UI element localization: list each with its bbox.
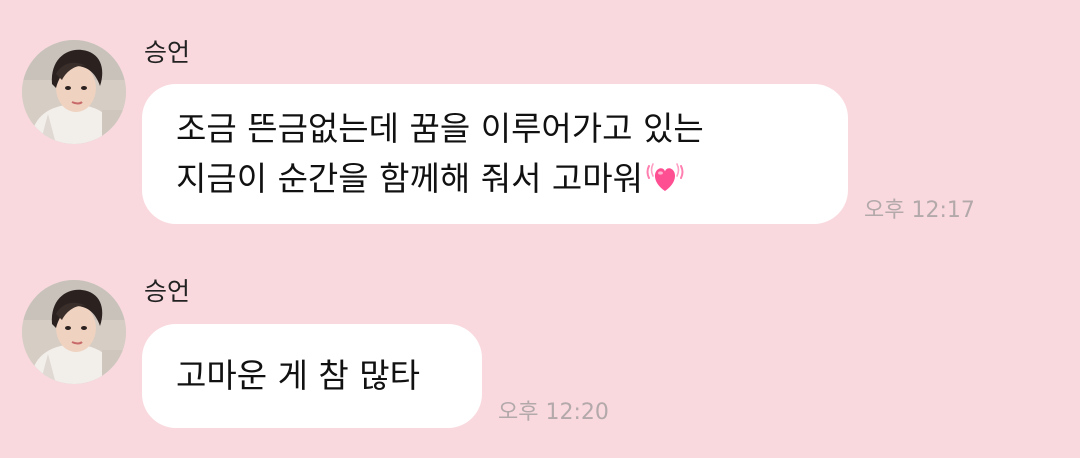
growing-heart-icon — [645, 158, 685, 208]
message-bubble[interactable]: 조금 뜬금없는데 꿈을 이루어가고 있는 지금이 순간을 함께해 줘서 고마워 — [142, 84, 848, 224]
avatar-photo — [22, 280, 126, 384]
sender-name: 승언 — [144, 277, 191, 306]
sender-name: 승언 — [144, 38, 191, 67]
avatar-photo — [22, 40, 126, 144]
avatar[interactable] — [22, 40, 126, 144]
timestamp: 오후 12:17 — [864, 198, 975, 223]
message-text: 지금이 순간을 함께해 줘서 고마워 — [176, 159, 643, 198]
avatar[interactable] — [22, 280, 126, 384]
message-text-line: 조금 뜬금없는데 꿈을 이루어가고 있는 — [176, 109, 704, 148]
message-text-line: 고마운 게 참 많타 — [176, 356, 420, 395]
message-bubble[interactable]: 고마운 게 참 많타 — [142, 324, 482, 428]
message-text-line: 지금이 순간을 함께해 줘서 고마워 — [176, 154, 848, 208]
timestamp: 오후 12:20 — [498, 400, 609, 425]
